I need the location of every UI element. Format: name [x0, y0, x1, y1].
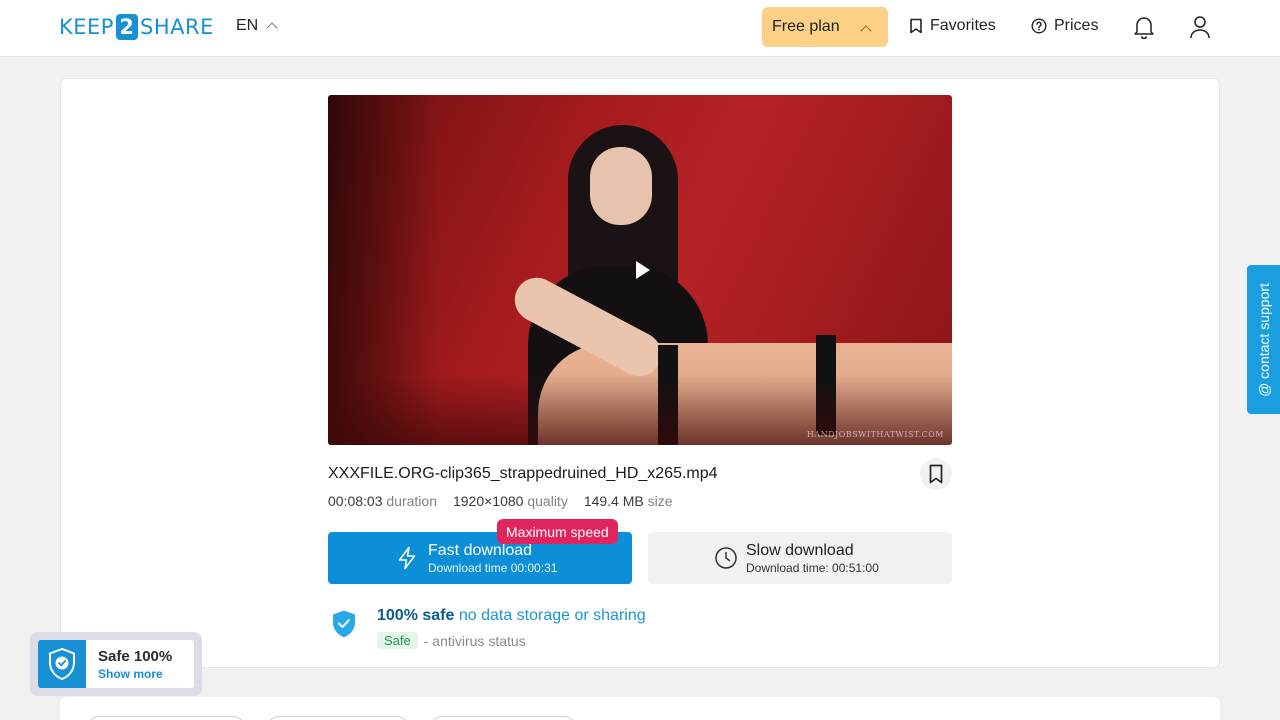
file-quality: 1920×1080 quality	[453, 493, 568, 509]
duration-value: 00:08:03	[328, 493, 383, 509]
shield-check-icon	[49, 647, 75, 681]
file-meta: 00:08:03 duration 1920×1080 quality 149.…	[328, 493, 673, 509]
help-circle-icon	[1031, 18, 1047, 34]
lower-tab[interactable]	[428, 716, 578, 720]
account-button[interactable]	[1187, 14, 1213, 40]
favorites-label: Favorites	[930, 17, 996, 34]
safe-status-pill: Safe	[377, 632, 418, 649]
safe-100-widget[interactable]: Safe 100% Show more	[30, 632, 202, 696]
safety-strong: 100% safe	[377, 607, 455, 624]
lightning-icon	[398, 546, 416, 570]
slow-download-label: Slow download	[746, 542, 854, 559]
bookmark-icon	[910, 18, 922, 34]
plan-label: Free plan	[772, 18, 840, 35]
duration-label: duration	[386, 493, 437, 509]
bell-icon	[1134, 17, 1154, 39]
antivirus-status: Safe - antivirus status	[377, 632, 526, 649]
quality-value: 1920×1080	[452, 493, 524, 509]
logo-text-keep: KEEP	[59, 15, 114, 39]
lower-tab[interactable]	[265, 716, 411, 720]
user-icon	[1190, 16, 1210, 39]
safety-statement: 100% safe no data storage or sharing	[377, 607, 646, 625]
safety-link[interactable]: no data storage or sharing	[459, 607, 646, 624]
fast-download-time: Download time 00:00:31	[428, 561, 558, 575]
notifications-button[interactable]	[1131, 14, 1157, 40]
quality-label: quality	[527, 493, 568, 509]
size-label: size	[647, 493, 673, 509]
video-preview[interactable]: HANDJOBSWITHATWIST.COM	[328, 95, 952, 445]
shield-check-icon	[333, 610, 355, 638]
chevron-up-icon	[266, 22, 278, 34]
language-label: EN	[236, 17, 259, 34]
lower-section	[60, 697, 1220, 720]
file-size: 149.4 MB size	[584, 493, 673, 509]
prices-link[interactable]: Prices	[1031, 17, 1098, 35]
favorites-link[interactable]: Favorites	[909, 17, 996, 35]
logo-text-share: SHARE	[139, 15, 214, 39]
safe-widget-title: Safe 100%	[98, 648, 173, 665]
fast-download-label: Fast download	[428, 542, 533, 559]
size-value: 149.4 MB	[583, 493, 644, 509]
safe-widget-badge	[38, 640, 86, 688]
top-header: KEEP 2 SHARE EN Free plan Favorites Pric…	[0, 0, 1280, 57]
add-to-favorites-button[interactable]	[920, 458, 952, 490]
contact-support-tab[interactable]: @ contact support	[1247, 265, 1280, 414]
slow-download-button[interactable]: Slow download Download time: 00:51:00	[648, 532, 952, 584]
logo-text-2: 2	[115, 14, 138, 40]
play-icon[interactable]	[636, 261, 650, 279]
chevron-up-icon	[860, 25, 872, 37]
bookmark-icon	[929, 464, 943, 484]
slow-download-time: Download time: 00:51:00	[746, 561, 879, 575]
video-watermark: HANDJOBSWITHATWIST.COM	[806, 430, 944, 439]
file-duration: 00:08:03 duration	[328, 493, 437, 509]
safe-widget-inner: Safe 100% Show more	[38, 640, 194, 688]
keep2share-logo[interactable]: KEEP 2 SHARE	[59, 14, 214, 40]
lower-tab[interactable]	[85, 716, 247, 720]
show-more-link[interactable]: Show more	[98, 667, 163, 681]
antivirus-status-label: - antivirus status	[423, 632, 526, 649]
language-selector[interactable]: EN	[236, 17, 278, 35]
contact-support-label: @ contact support	[1255, 282, 1272, 397]
prices-label: Prices	[1054, 17, 1099, 34]
maximum-speed-badge: Maximum speed	[497, 519, 618, 544]
clock-icon	[715, 547, 737, 569]
video-figure-face	[590, 147, 652, 225]
file-name: XXXFILE.ORG-clip365_strappedruined_HD_x2…	[328, 465, 718, 482]
free-plan-button[interactable]: Free plan	[762, 7, 888, 47]
